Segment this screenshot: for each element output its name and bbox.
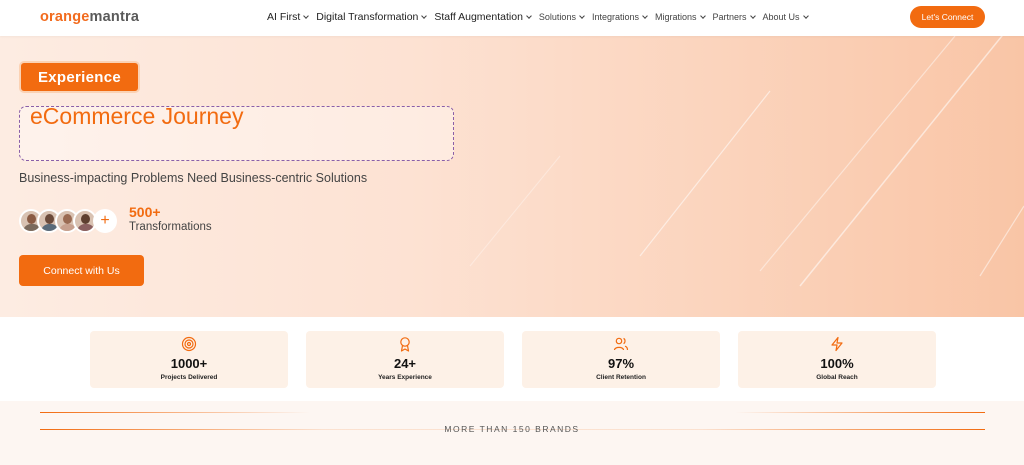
award-icon (400, 337, 410, 352)
divider-line (735, 412, 985, 413)
top-navigation: orangemantra AI First Digital Transforma… (0, 0, 1024, 36)
stats-section: 1000+ Projects Delivered 24+ Years Exper… (0, 317, 1024, 401)
orangemantra-logo[interactable]: orangemantra (40, 9, 139, 25)
divider-line (40, 412, 310, 413)
nav-item-partners[interactable]: Partners (712, 12, 756, 22)
stat-label: Global Reach (816, 374, 858, 381)
stat-card-projects: 1000+ Projects Delivered (90, 331, 288, 388)
nav-item-migrations[interactable]: Migrations (654, 12, 706, 22)
plus-icon: + (93, 209, 117, 233)
stat-card-years: 24+ Years Experience (306, 331, 504, 388)
brands-heading: MORE THAN 150 BRANDS (444, 424, 580, 434)
stat-value: 97% (607, 356, 635, 371)
users-icon (613, 337, 629, 351)
stat-value: 1000+ (170, 356, 208, 371)
stat-label: Client Retention (596, 374, 646, 381)
hero-section: Experience eCommerce Journey Business-im… (0, 36, 1024, 317)
stat-card-reach: 100% Global Reach (738, 331, 936, 388)
target-icon (181, 336, 197, 352)
hero-subtitle: Business-impacting Problems Need Busines… (19, 171, 368, 185)
nav-item-about-us[interactable]: About Us (762, 12, 809, 22)
connect-with-us-button[interactable]: Connect with Us (19, 255, 144, 286)
nav-item-integrations[interactable]: Integrations (591, 12, 648, 22)
stat-card-retention: 97% Client Retention (522, 331, 720, 388)
nav-item-digital-transformation[interactable]: Digital Transformation (316, 11, 428, 23)
avatar-group (19, 209, 97, 233)
nav-item-staff-augmentation[interactable]: Staff Augmentation (434, 11, 532, 23)
logo-text-mantra: mantra (89, 9, 140, 25)
chevron-down-icon (421, 12, 428, 19)
nav-item-label: Staff Augmentation (434, 11, 523, 23)
lightning-icon (831, 336, 843, 352)
chevron-down-icon (699, 12, 706, 19)
nav-item-label: Integrations (591, 12, 639, 22)
stat-label: Projects Delivered (160, 374, 218, 381)
transformations-label: Transformations (129, 221, 212, 233)
main-menu: AI First Digital Transformation Staff Au… (267, 11, 816, 23)
brands-section: MORE THAN 150 BRANDS (0, 401, 1024, 465)
nav-item-label: Migrations (654, 12, 697, 22)
chevron-down-icon (642, 12, 648, 19)
experience-badge: Experience (19, 61, 140, 93)
hero-title: eCommerce Journey (30, 103, 244, 129)
lets-connect-button[interactable]: Let's Connect (910, 6, 985, 28)
stat-value: 100% (820, 356, 854, 371)
chevron-down-icon (579, 12, 585, 19)
nav-item-label: Solutions (538, 12, 576, 22)
chevron-down-icon (303, 12, 310, 19)
chevron-down-icon (526, 12, 532, 19)
logo-text-orange: orange (40, 9, 90, 25)
nav-item-label: Partners (712, 12, 747, 22)
nav-item-label: AI First (267, 11, 301, 23)
nav-item-label: Digital Transformation (316, 11, 419, 23)
hero-title-box: eCommerce Journey (19, 103, 454, 161)
stat-value: 24+ (393, 356, 417, 371)
nav-item-label: About Us (762, 12, 800, 22)
stat-label: Years Experience (378, 374, 432, 381)
chevron-down-icon (802, 12, 809, 19)
nav-item-solutions[interactable]: Solutions (538, 12, 585, 22)
transformations-count: 500+ (129, 204, 161, 220)
nav-item-ai-first[interactable]: AI First (267, 11, 310, 23)
chevron-down-icon (749, 12, 756, 19)
